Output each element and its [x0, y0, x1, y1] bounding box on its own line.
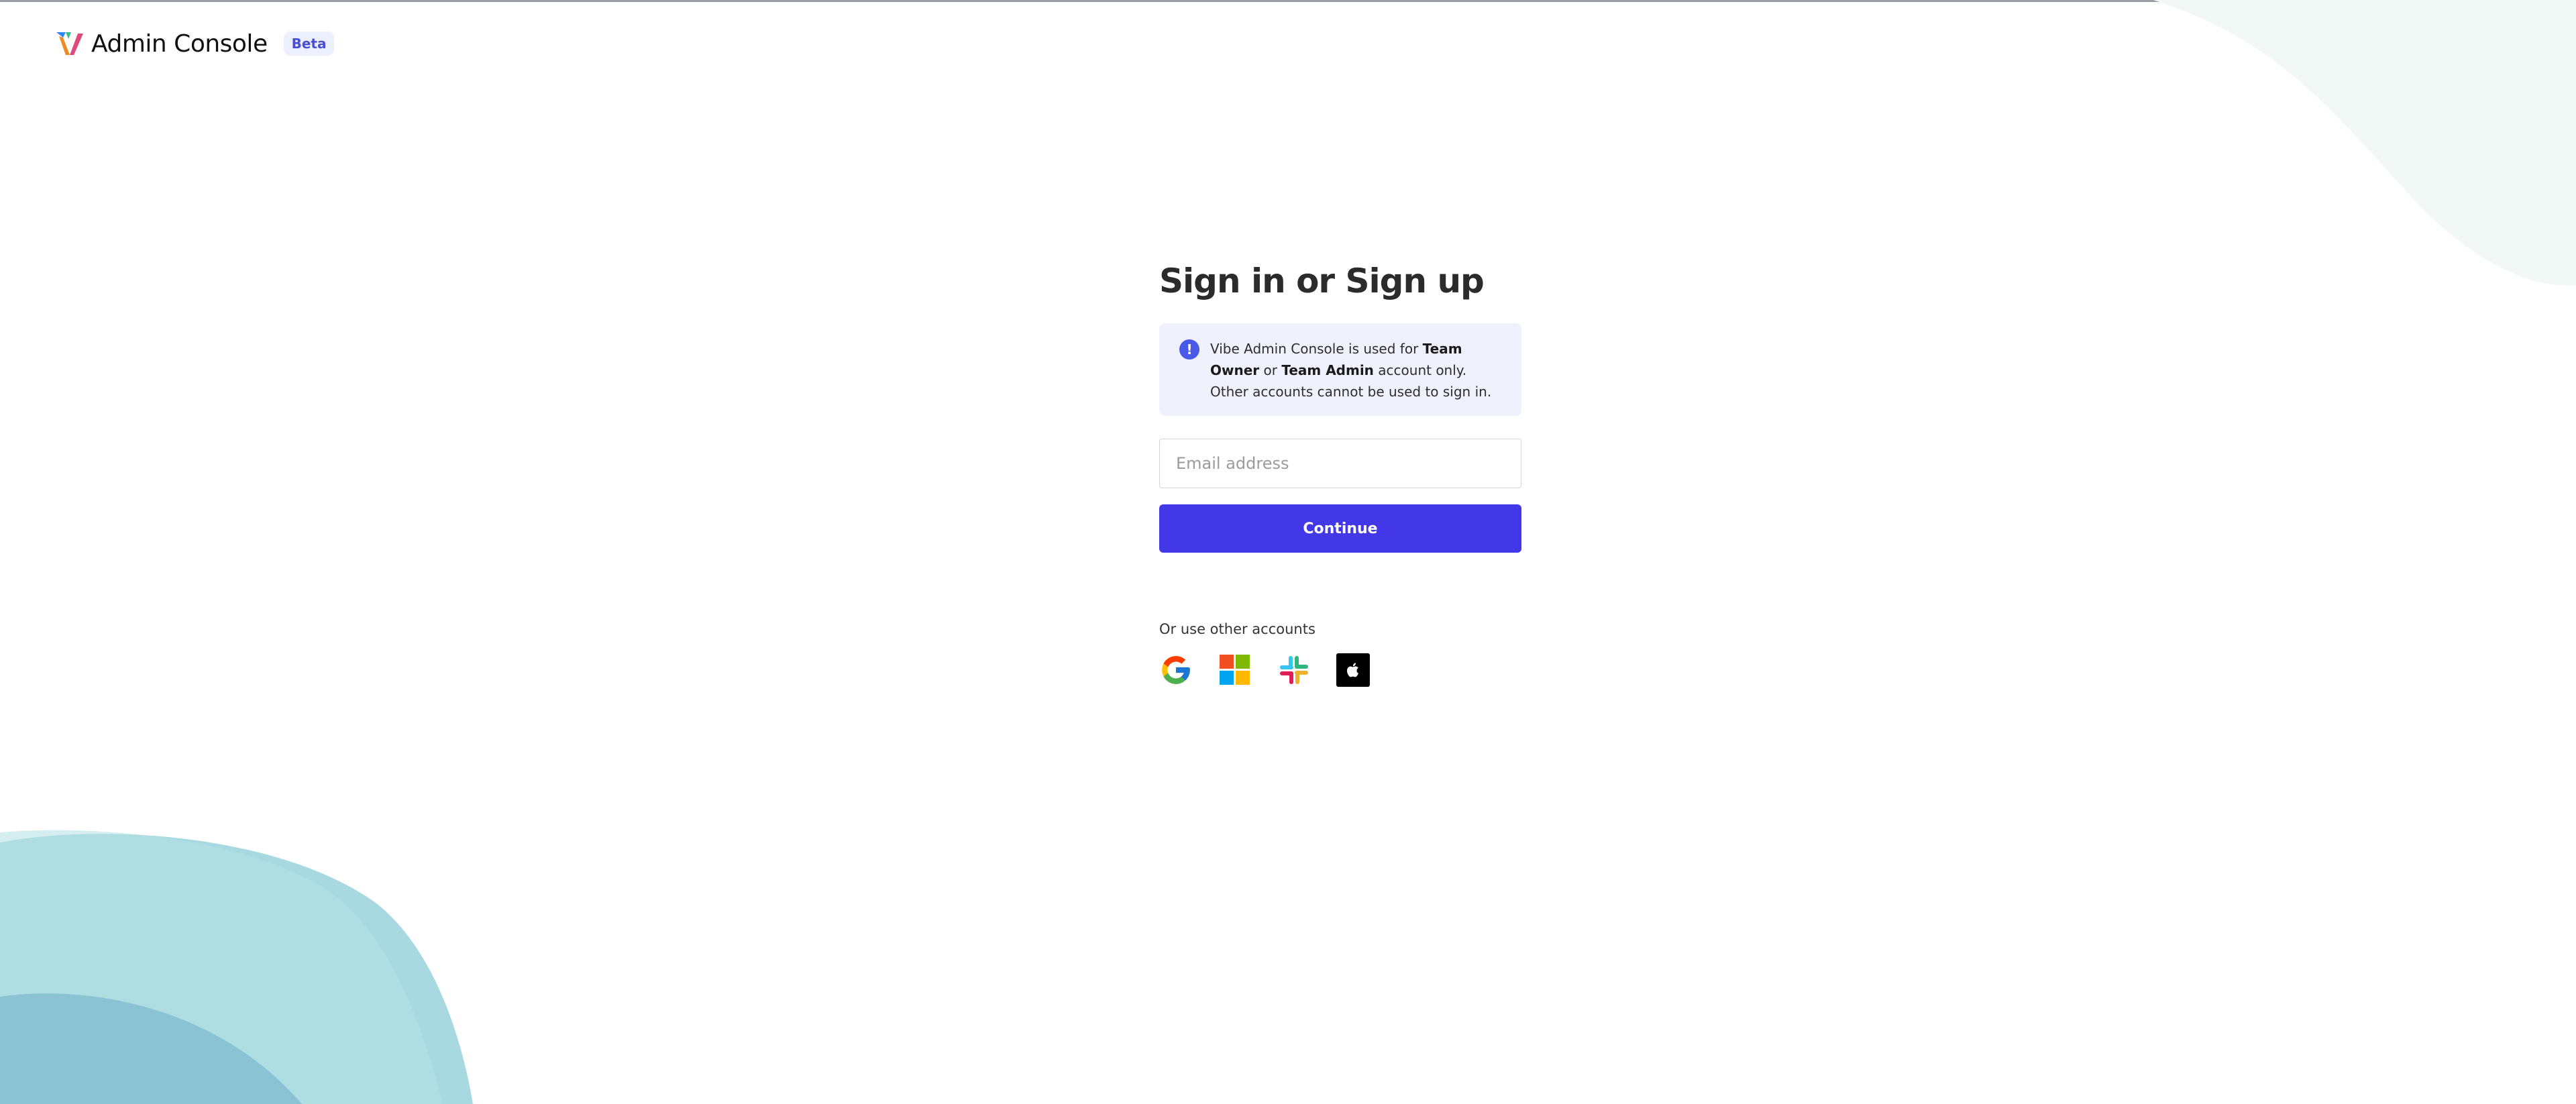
page-title: Sign in or Sign up: [1159, 262, 1485, 300]
email-input[interactable]: [1159, 439, 1521, 488]
signin-panel: Sign in or Sign up ! Vibe Admin Console …: [1159, 262, 1521, 687]
notice-text-prefix: Vibe Admin Console is used for: [1210, 341, 1423, 357]
info-notice: ! Vibe Admin Console is used for Team Ow…: [1159, 323, 1521, 416]
apple-signin-button[interactable]: [1336, 653, 1370, 687]
continue-button[interactable]: Continue: [1159, 504, 1521, 553]
slack-signin-button[interactable]: [1277, 653, 1311, 687]
beta-badge: Beta: [283, 32, 335, 56]
google-icon: [1162, 656, 1190, 684]
app-header: Admin Console Beta: [55, 30, 335, 58]
apple-icon: [1346, 663, 1358, 677]
top-border: [0, 0, 2576, 2]
microsoft-icon: [1220, 655, 1250, 685]
app-title: Admin Console: [91, 30, 268, 58]
other-accounts-label: Or use other accounts: [1159, 621, 1316, 637]
info-icon: !: [1179, 339, 1199, 360]
slack-icon: [1280, 656, 1308, 684]
background-wave-bottom-left: [0, 830, 473, 1104]
microsoft-signin-button[interactable]: [1218, 653, 1252, 687]
background-wave-top-right: [2153, 0, 2576, 286]
notice-role-admin: Team Admin: [1281, 362, 1374, 378]
social-providers: [1159, 653, 1521, 687]
vibe-logo-icon[interactable]: [55, 30, 85, 58]
google-signin-button[interactable]: [1159, 653, 1193, 687]
notice-text-or: or: [1259, 362, 1282, 378]
